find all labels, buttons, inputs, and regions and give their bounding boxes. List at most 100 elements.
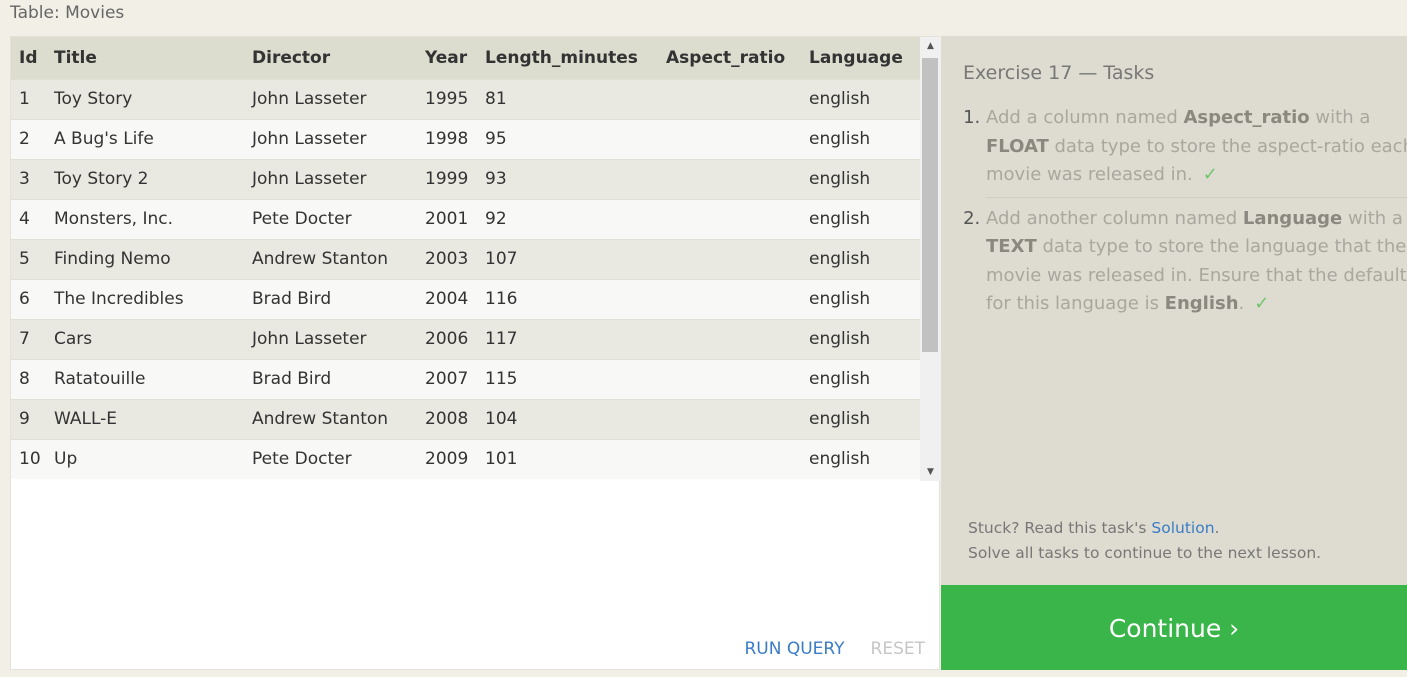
table-cell: 115: [477, 358, 658, 399]
table-cell: english: [801, 318, 920, 359]
task-item: Add a column named Aspect_ratio with a F…: [986, 104, 1407, 190]
table-cell: english: [801, 278, 920, 319]
table-row: 4 Monsters, Inc. Pete Docter 2001 92 english: [11, 198, 920, 239]
table-scrollbar[interactable]: ▲ ▼: [920, 37, 941, 481]
table-cell: [658, 78, 801, 119]
table-cell: [658, 358, 801, 399]
checkmark-icon: ✓: [1202, 164, 1218, 185]
query-actions: RUN QUERY RESET: [744, 639, 925, 659]
task-panel: Exercise 17 — Tasks Add a column named A…: [941, 36, 1407, 585]
table-cell: A Bug's Life: [46, 118, 244, 159]
table-cell: english: [801, 398, 920, 439]
table-cell: [658, 158, 801, 199]
table-cell: 4: [11, 198, 46, 239]
table-cell: Up: [46, 438, 244, 479]
query-results-panel: Id Title Director Year Length_minutes Aspect_…: [10, 36, 941, 670]
task-keyword: FLOAT: [986, 135, 1049, 157]
table-cell: 5: [11, 238, 46, 279]
table-cell: 92: [477, 198, 658, 239]
column-header: Id: [11, 37, 46, 79]
task-text: .: [1238, 293, 1245, 314]
table-row: 10 Up Pete Docter 2009 101 english: [11, 438, 920, 479]
table-cell: english: [801, 118, 920, 159]
solution-link[interactable]: Solution: [1151, 519, 1214, 537]
task-text: Add a column named: [986, 107, 1184, 128]
table-cell: Pete Docter: [244, 438, 417, 479]
stuck-prefix: Stuck? Read this task's: [968, 519, 1152, 537]
table-cell: [658, 318, 801, 359]
table-cell: John Lasseter: [244, 318, 417, 359]
help-note: Stuck? Read this task's Solution. Solve …: [968, 516, 1321, 566]
table-cell: 9: [11, 398, 46, 439]
table-cell: Pete Docter: [244, 198, 417, 239]
table-cell: John Lasseter: [244, 118, 417, 159]
table-cell: english: [801, 198, 920, 239]
table-cell: 2009: [417, 438, 477, 479]
table-cell: John Lasseter: [244, 158, 417, 199]
table-cell: 117: [477, 318, 658, 359]
table-row: 2A Bug's Life John Lasseter 1998 95 english: [11, 118, 920, 159]
table-row: 3 Toy Story 2 John Lasseter 1999 93 english: [11, 158, 920, 199]
table-cell: [658, 398, 801, 439]
table-cell: 2001: [417, 198, 477, 239]
table-caption: Table: Movies: [10, 3, 125, 23]
task-text: data type to store the aspect-ratio each…: [986, 135, 1407, 186]
table-cell: 2008: [417, 398, 477, 439]
table-cell: english: [801, 358, 920, 399]
table-row: 9 WALL-E Andrew Stanton 2008 104 english: [11, 398, 920, 439]
table-cell: Toy Story 2: [46, 158, 244, 199]
table-cell: Cars: [46, 318, 244, 359]
table-cell: [658, 198, 801, 239]
table-cell: 101: [477, 438, 658, 479]
task-text: Add another column named: [986, 207, 1243, 229]
table-cell: [658, 238, 801, 279]
table-cell: english: [801, 158, 920, 199]
table-cell: [658, 438, 801, 479]
table-cell: 2: [11, 118, 46, 159]
column-header: Aspect_ratio: [658, 37, 801, 79]
table-cell: 107: [477, 238, 658, 279]
column-header: Language: [801, 37, 920, 79]
reset-button[interactable]: RESET: [871, 639, 925, 659]
task-text: with a: [1342, 207, 1403, 229]
table-cell: 104: [477, 398, 658, 439]
next-lesson-note: Solve all tasks to continue to the next …: [968, 544, 1322, 562]
task-keyword: English: [1164, 293, 1239, 314]
table-cell: Brad Bird: [244, 358, 417, 399]
task-list: Add a column named Aspect_ratio with a F…: [963, 104, 1407, 319]
table-cell: 3: [11, 158, 46, 199]
table-cell: 8: [11, 358, 46, 399]
table-cell: [658, 118, 801, 159]
table-cell: 7: [11, 318, 46, 359]
task-keyword: Aspect_ratio: [1183, 107, 1310, 128]
table-cell: Brad Bird: [244, 278, 417, 319]
table-cell: 1999: [417, 158, 477, 199]
task-keyword: TEXT: [986, 236, 1037, 257]
task-keyword: Language: [1242, 207, 1343, 229]
table-cell: 95: [477, 118, 658, 159]
results-table: Id Title Director Year Length_minutes Aspect_…: [11, 37, 920, 479]
table-row: 6 The Incredibles Brad Bird 2004 116 english: [11, 278, 920, 319]
scroll-up-arrow-icon[interactable]: ▲: [920, 37, 941, 55]
table-cell: Ratatouille: [46, 358, 244, 399]
table-cell: 6: [11, 278, 46, 319]
table-row: 8 Ratatouille Brad Bird 2007 115 english: [11, 358, 920, 399]
run-query-button[interactable]: RUN QUERY: [744, 639, 844, 659]
table-cell: WALL-E: [46, 398, 244, 439]
table-cell: Andrew Stanton: [244, 238, 417, 279]
table-cell: english: [801, 78, 920, 119]
table-body: 1 Toy Story John Lasseter 1995 81 english 2 A B…: [11, 78, 920, 479]
table-cell: [658, 278, 801, 319]
column-header: Title: [46, 37, 244, 79]
results-table-scroll[interactable]: Id Title Director Year Length_minutes Aspect_…: [11, 37, 941, 481]
task-text: with a: [1309, 107, 1371, 128]
scrollbar-thumb[interactable]: [922, 58, 938, 352]
table-cell: 1: [11, 78, 46, 119]
table-cell: 1998: [417, 118, 477, 159]
continue-button[interactable]: Continue ›: [941, 585, 1407, 670]
table-cell: english: [801, 238, 920, 279]
scroll-down-arrow-icon[interactable]: ▼: [920, 463, 941, 481]
column-header: Length_minutes: [477, 37, 658, 79]
table-cell: 2007: [417, 358, 477, 399]
table-cell: Finding Nemo: [46, 238, 244, 279]
